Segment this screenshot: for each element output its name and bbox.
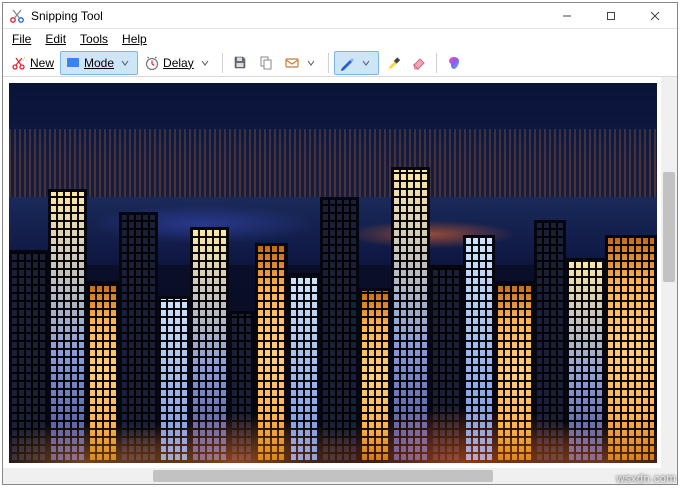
chevron-down-icon: [117, 55, 133, 71]
eraser-icon: [411, 55, 427, 71]
snip-canvas[interactable]: [9, 83, 657, 463]
app-window: Snipping Tool File Edit Tools Help: [2, 2, 678, 485]
menu-edit-label: Edit: [45, 32, 66, 46]
mode-label: Mode: [84, 56, 114, 70]
toolbar-separator: [436, 53, 437, 73]
vertical-scroll-thumb[interactable]: [663, 172, 675, 282]
menu-edit[interactable]: Edit: [38, 30, 73, 48]
delay-button[interactable]: Delay: [140, 51, 217, 75]
chevron-down-icon: [303, 55, 319, 71]
menu-help[interactable]: Help: [115, 30, 154, 48]
pen-button[interactable]: [334, 51, 379, 75]
captured-image: [9, 83, 657, 463]
copy-button[interactable]: [254, 51, 278, 75]
envelope-icon: [284, 55, 300, 71]
eraser-button[interactable]: [407, 51, 431, 75]
highlighter-button[interactable]: [381, 51, 405, 75]
highlighter-icon: [385, 55, 401, 71]
menu-tools-label: Tools: [80, 32, 108, 46]
delay-label: Delay: [163, 56, 194, 70]
toolbar-separator: [328, 53, 329, 73]
copy-icon: [258, 55, 274, 71]
maximize-button[interactable]: [589, 3, 633, 29]
toolbar-separator: [222, 53, 223, 73]
canvas-viewport: [3, 77, 661, 468]
toolbar: New Mode Delay: [3, 49, 677, 77]
menu-file-label: File: [12, 32, 31, 46]
menubar: File Edit Tools Help: [3, 29, 677, 49]
save-button[interactable]: [228, 51, 252, 75]
horizontal-scrollbar[interactable]: [3, 468, 661, 484]
paint3d-icon: [446, 55, 462, 71]
vertical-scrollbar[interactable]: [661, 77, 677, 468]
chevron-down-icon: [197, 55, 213, 71]
chevron-down-icon: [358, 55, 374, 71]
window-title: Snipping Tool: [31, 9, 545, 23]
rectangle-icon: [65, 55, 81, 71]
close-button[interactable]: [633, 3, 677, 29]
horizontal-scroll-thumb[interactable]: [153, 470, 493, 482]
menu-help-label: Help: [122, 32, 147, 46]
pen-icon: [339, 55, 355, 71]
menu-tools[interactable]: Tools: [73, 30, 115, 48]
email-button[interactable]: [280, 51, 323, 75]
new-label: New: [30, 56, 54, 70]
minimize-button[interactable]: [545, 3, 589, 29]
watermark: wsxdn.com: [616, 473, 676, 485]
menu-file[interactable]: File: [5, 30, 38, 48]
titlebar: Snipping Tool: [3, 3, 677, 29]
scissors-icon: [9, 8, 25, 24]
clock-icon: [144, 55, 160, 71]
mode-button[interactable]: Mode: [60, 51, 138, 75]
new-button[interactable]: New: [7, 51, 58, 75]
scissors-sparkle-icon: [11, 55, 27, 71]
floppy-icon: [232, 55, 248, 71]
paint3d-button[interactable]: [442, 51, 466, 75]
